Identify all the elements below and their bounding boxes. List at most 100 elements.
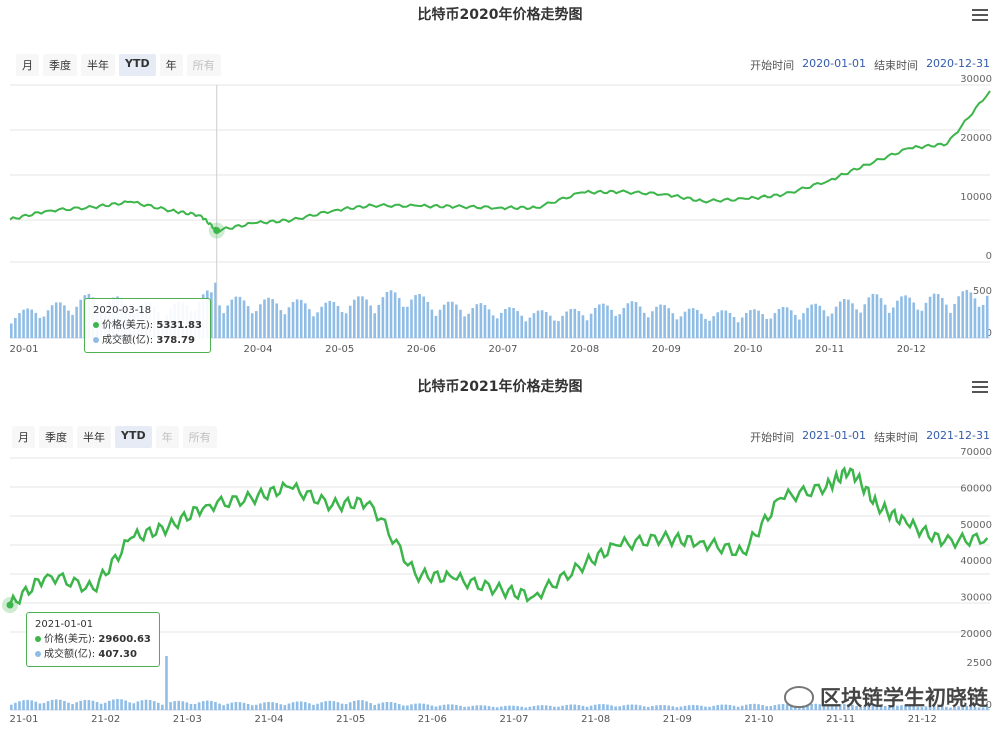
volume-bar — [887, 312, 891, 338]
volume-bar — [957, 296, 960, 338]
volume-bar — [312, 704, 315, 710]
volume-bar — [120, 699, 123, 710]
tooltip-volume-value: 407.30 — [98, 649, 137, 660]
volume-bar — [18, 313, 21, 338]
volume-bar — [75, 306, 78, 338]
volume-bar — [291, 702, 295, 710]
volume-bar — [30, 700, 34, 710]
volume-bar — [610, 705, 613, 710]
volume-bar — [642, 706, 646, 710]
volume-bar — [410, 704, 413, 710]
volume-bar — [22, 309, 25, 338]
volume-bar — [736, 322, 740, 338]
volume-bar — [683, 311, 687, 338]
volume-bar — [344, 313, 348, 338]
volume-bar — [283, 705, 287, 710]
volume-bar — [732, 705, 736, 710]
x-tick-label: 20-06 — [407, 344, 436, 355]
volume-bar — [651, 311, 654, 338]
volume-bar — [691, 705, 695, 710]
volume-bar — [230, 299, 234, 338]
volume-bar — [740, 705, 744, 710]
volume-bar — [794, 314, 797, 338]
volume-bar — [410, 299, 413, 338]
volume-bar — [749, 310, 752, 338]
volume-bar — [46, 310, 50, 338]
volume-bar — [324, 701, 328, 710]
volume-bar — [561, 315, 564, 338]
volume-bar — [516, 706, 519, 710]
volume-bar — [348, 702, 352, 710]
volume-bar — [108, 700, 111, 710]
volume-bar — [165, 656, 168, 710]
volume-bar — [377, 304, 381, 338]
x-tick-label: 21-02 — [91, 714, 120, 725]
volume-bar — [381, 297, 385, 338]
volume-bar — [373, 704, 377, 710]
x-tick-label: 21-04 — [254, 714, 283, 725]
volume-bar — [573, 308, 577, 338]
volume-bar — [226, 703, 230, 710]
chart-panel-2021: 比特币2021年价格走势图 月 季度 半年 YTD 年 所有 开始时间 2021… — [0, 372, 1000, 742]
volume-bar — [916, 309, 920, 338]
volume-bar — [304, 303, 307, 338]
volume-bar — [91, 700, 95, 710]
volume-bar — [528, 317, 532, 338]
volume-bar — [663, 305, 666, 338]
volume-bar — [67, 702, 70, 710]
x-tick-label: 20-08 — [570, 344, 599, 355]
volume-bar — [671, 313, 675, 338]
volume-bar — [46, 701, 50, 710]
volume-bar — [969, 292, 973, 338]
price-dot-icon — [35, 636, 41, 642]
volume-bar — [255, 704, 258, 710]
volume-bar — [299, 299, 303, 338]
tooltip-price-value: 29600.63 — [98, 634, 151, 645]
volume-bar — [569, 309, 573, 338]
volume-bar — [54, 699, 58, 710]
volume-bar — [185, 702, 189, 710]
volume-bar — [287, 703, 291, 710]
volume-bar — [14, 317, 17, 338]
volume-bar — [124, 700, 127, 710]
volume-bar — [67, 310, 70, 338]
volume-bar — [736, 706, 740, 710]
volume-bar — [696, 705, 699, 710]
volume-bar — [732, 317, 736, 338]
volume-bar — [708, 320, 711, 338]
volume-bar — [581, 315, 585, 338]
x-tick-label: 21-03 — [173, 714, 202, 725]
volume-bar — [471, 308, 475, 338]
volume-bar — [589, 705, 593, 710]
volume-bar — [920, 310, 924, 338]
volume-bar — [941, 297, 944, 338]
volume-bar — [504, 308, 507, 338]
volume-bar — [630, 704, 634, 710]
volume-bar — [475, 304, 479, 338]
volume-bar — [704, 318, 707, 338]
volume-bar — [508, 307, 511, 338]
volume-bar — [26, 308, 29, 338]
volume-bar — [614, 706, 617, 710]
volume-bar — [259, 703, 262, 710]
volume-bar — [369, 305, 372, 338]
volume-bar — [512, 307, 515, 338]
volume-bar — [843, 299, 846, 338]
volume-bar — [189, 703, 193, 710]
volume-bar — [234, 702, 238, 710]
volume-bar — [557, 321, 560, 338]
volume-bar — [226, 305, 230, 338]
volume-bar — [847, 299, 850, 338]
volume-bar — [712, 316, 715, 338]
volume-bar — [961, 291, 965, 338]
volume-bar — [830, 313, 834, 338]
volume-bar — [512, 705, 515, 710]
x-tick-label: 20-12 — [897, 344, 926, 355]
volume-bar — [679, 706, 683, 710]
volume-bar — [834, 306, 838, 338]
x-tick-label: 20-01 — [9, 344, 38, 355]
volume-bar — [422, 703, 426, 710]
volume-bar — [455, 704, 458, 710]
volume-bar — [99, 703, 103, 710]
volume-bar — [781, 306, 785, 338]
